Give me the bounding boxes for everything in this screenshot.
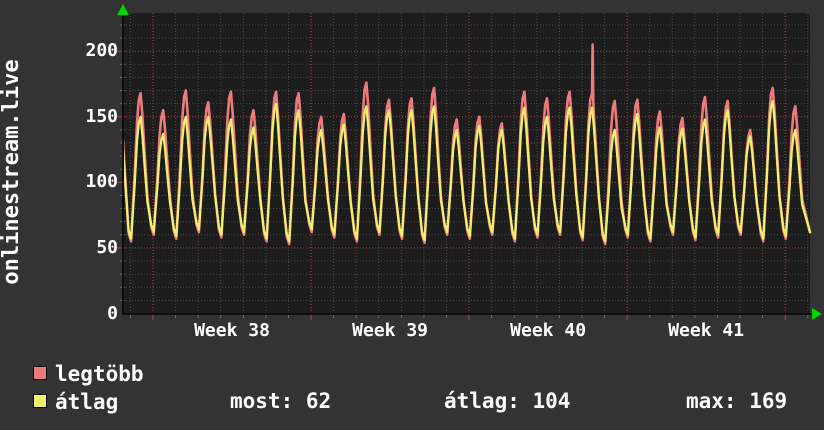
x-tick-label: Week 39 xyxy=(352,320,428,341)
x-tick-label: Week 41 xyxy=(668,320,745,341)
x-tick-label: Week 38 xyxy=(194,320,270,341)
legend-swatch-avg xyxy=(33,394,47,408)
y-tick-label: 50 xyxy=(96,236,118,258)
legend-label-avg: átlag xyxy=(55,390,119,414)
rrd-graph: onlinestream.live 0 50 100 150 200 Week 38 We… xyxy=(0,0,824,430)
y-tick-label: 0 xyxy=(107,302,118,324)
y-tick-label: 200 xyxy=(85,40,118,62)
side-axis-title: onlinestream.live xyxy=(0,59,24,285)
legend-swatch-max xyxy=(33,366,47,380)
x-tick-label: Week 40 xyxy=(510,320,587,341)
stat-max: max: 169 xyxy=(686,389,788,413)
stat-atlag: átlag: 104 xyxy=(444,389,571,413)
stat-most: most: 62 xyxy=(230,389,332,413)
y-tick-label: 100 xyxy=(85,171,118,193)
legend-label-max: legtöbb xyxy=(55,362,144,386)
y-tick-label: 150 xyxy=(85,105,118,127)
